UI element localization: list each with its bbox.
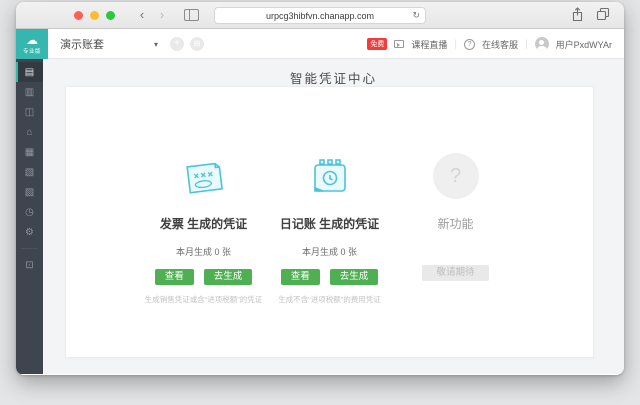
sidebar-item-salary[interactable]: ▨ [16, 182, 43, 202]
monthly-count: 本月生成 0 张 [301, 247, 357, 257]
question-circle-icon: ? [432, 149, 479, 199]
address-bar[interactable]: urpcg3hibfvn.chanapp.com ↻ [214, 7, 426, 24]
app-logo[interactable]: ☁ 专业版 [16, 29, 48, 59]
sidebar: ▤ ▥ ◫ ⌂ ▦ ▧ ▨ ◷ ⚙ ⊡ [16, 59, 43, 374]
live-video-icon [394, 40, 405, 48]
zoom-window-button[interactable] [106, 11, 115, 20]
settings-icon: ⚙ [25, 226, 34, 238]
apps-grid-button[interactable]: ⊞ [190, 37, 204, 51]
column-title: 新功能 [437, 217, 474, 231]
generate-button[interactable]: 去生成 [329, 269, 379, 285]
avatar[interactable] [534, 37, 549, 51]
browser-window: ‹ › urpcg3hibfvn.chanapp.com ↻ ☁ 专业版 演示账… [16, 2, 624, 375]
checkout-icon: ◷ [25, 206, 34, 218]
sidebar-divider [21, 248, 38, 249]
column-title: 日记账 生成的凭证 [279, 217, 380, 231]
divider: | [454, 38, 458, 50]
column-title: 发票 生成的凭证 [159, 217, 248, 231]
account-set-name[interactable]: 演示账套 [60, 29, 104, 59]
help-icon: ? [464, 38, 476, 50]
browser-chrome: ‹ › urpcg3hibfvn.chanapp.com ↻ [16, 2, 624, 29]
invoice-voucher-column: 发票 生成的凭证 本月生成 0 张 查看 去生成 生成销售凭证或含“进项税额”的… [143, 149, 265, 305]
account-book-icon: ▥ [24, 86, 35, 98]
close-window-button[interactable] [74, 11, 83, 20]
journal-voucher-column: 日记账 生成的凭证 本月生成 0 张 查看 去生成 生成不含“进项税额”的费用凭… [269, 149, 391, 305]
voucher-icon: ▤ [24, 66, 35, 78]
sidebar-item-report[interactable]: ◫ [16, 102, 43, 122]
sidebar-item-checkout[interactable]: ◷ [16, 202, 43, 222]
more-apps-icon: ⊡ [25, 259, 34, 271]
view-button[interactable]: 查看 [154, 269, 194, 285]
monthly-count: 本月生成 0 张 [175, 247, 231, 257]
sidebar-item-more-apps[interactable]: ⊡ [16, 255, 43, 275]
invoice-document-icon [181, 149, 227, 199]
voucher-center-card: 发票 生成的凭证 本月生成 0 张 查看 去生成 生成销售凭证或含“进项税额”的… [65, 86, 594, 358]
app-header: ☁ 专业版 演示账套 ▾ + ⊞ 免费 课程直播 | ? 在线客服 | 用户Px… [16, 29, 624, 59]
fund-icon: ▦ [24, 146, 35, 158]
sidebar-item-asset[interactable]: ⌂ [16, 122, 43, 142]
add-account-button[interactable]: + [170, 37, 184, 51]
sidebar-item-voucher[interactable]: ▤ [16, 62, 43, 82]
main-content: 智能凭证中心 发票 生成的凭证 本月生成 0 张 查看 去生成 生成销售凭证或含… [43, 59, 624, 374]
divider: | [525, 38, 528, 50]
forward-button[interactable]: › [154, 6, 170, 24]
user-menu[interactable]: 用户PxdWYAr [556, 38, 612, 51]
generate-button[interactable]: 去生成 [203, 269, 253, 285]
sidebar-item-invoice[interactable]: ▧ [16, 162, 43, 182]
column-note: 生成不含“进项税额”的费用凭证 [278, 295, 381, 304]
new-feature-column: ? 新功能 敬请期待 [395, 149, 517, 305]
sidebar-item-account-book[interactable]: ▥ [16, 82, 43, 102]
asset-icon: ⌂ [26, 126, 33, 138]
report-icon: ◫ [24, 106, 35, 118]
coming-soon-button: 敬请期待 [422, 265, 489, 281]
sidebar-toggle-icon[interactable] [184, 9, 199, 21]
minimize-window-button[interactable] [90, 11, 99, 20]
url-text: urpcg3hibfvn.chanapp.com [265, 10, 375, 21]
online-support-link[interactable]: 在线客服 [482, 38, 518, 51]
reload-icon[interactable]: ↻ [412, 10, 420, 21]
back-button[interactable]: ‹ [134, 6, 150, 24]
live-course-link[interactable]: 课程直播 [411, 38, 447, 51]
free-badge: 免费 [367, 38, 388, 50]
page-title: 智能凭证中心 [289, 72, 377, 86]
column-note: 生成销售凭证或含“进项税额”的凭证 [144, 295, 263, 304]
window-controls [74, 11, 115, 20]
chevron-down-icon[interactable]: ▾ [154, 29, 158, 59]
invoice-icon: ▧ [24, 166, 35, 178]
share-icon[interactable] [571, 7, 584, 22]
view-button[interactable]: 查看 [280, 269, 320, 285]
edition-label: 专业版 [22, 48, 41, 55]
sidebar-item-fund[interactable]: ▦ [16, 142, 43, 162]
tabs-icon[interactable] [596, 7, 610, 22]
journal-calendar-icon [307, 149, 353, 199]
salary-icon: ▨ [24, 186, 35, 198]
sidebar-item-settings[interactable]: ⚙ [16, 222, 43, 242]
cloud-logo-icon: ☁ [26, 32, 38, 47]
